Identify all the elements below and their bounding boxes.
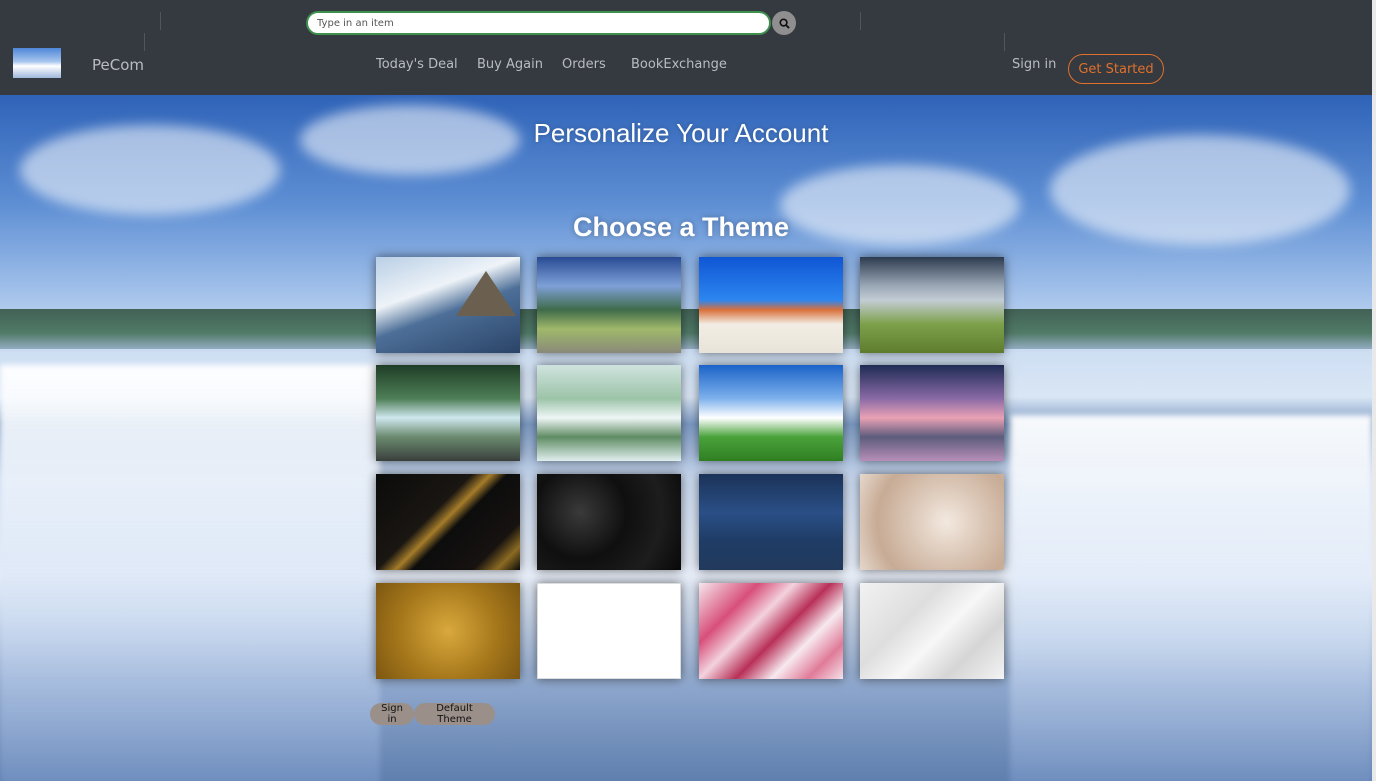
theme-tile-white[interactable] xyxy=(537,583,681,679)
waterfall-left xyxy=(0,365,380,781)
theme-tile-mountain-lake[interactable] xyxy=(537,257,681,353)
theme-tile-waterfall-mountain[interactable] xyxy=(376,257,520,353)
theme-tile-desert-tree[interactable] xyxy=(699,257,843,353)
page-title: Personalize Your Account xyxy=(533,118,829,148)
sign-in-button[interactable]: Sign in xyxy=(370,703,414,725)
theme-tile-volcano-dusk[interactable] xyxy=(860,365,1004,461)
theme-tile-green-meadow-sky[interactable] xyxy=(699,365,843,461)
default-theme-button[interactable]: Default Theme xyxy=(414,703,495,725)
theme-tile-forest-waterfall[interactable] xyxy=(376,365,520,461)
divider xyxy=(144,33,145,51)
logo-image[interactable] xyxy=(13,48,61,78)
nav-orders[interactable]: Orders xyxy=(562,57,606,72)
waterfall-right xyxy=(1010,415,1372,781)
nav-buy-again[interactable]: Buy Again xyxy=(477,57,543,72)
divider xyxy=(860,12,861,30)
search-input[interactable] xyxy=(306,11,771,35)
search-button[interactable] xyxy=(772,11,796,35)
nav-bookexchange[interactable]: BookExchange xyxy=(631,57,727,72)
theme-tile-black-gold-marble[interactable] xyxy=(376,474,520,570)
divider xyxy=(160,12,161,30)
theme-tile-gold-floral[interactable] xyxy=(376,583,520,679)
sign-in-link[interactable]: Sign in xyxy=(1012,57,1056,72)
get-started-button[interactable]: Get Started xyxy=(1068,54,1164,84)
scrollbar[interactable] xyxy=(1372,0,1376,781)
divider xyxy=(1004,33,1005,51)
treeline xyxy=(0,309,1372,349)
theme-tile-white-marble[interactable] xyxy=(860,583,1004,679)
theme-tile-pink-marble[interactable] xyxy=(699,583,843,679)
search-icon xyxy=(778,17,790,29)
theme-tile-beige-onyx[interactable] xyxy=(860,474,1004,570)
theme-tile-tiered-waterfalls[interactable] xyxy=(537,365,681,461)
section-title: Choose a Theme xyxy=(572,212,790,242)
theme-tile-cloudy-field[interactable] xyxy=(860,257,1004,353)
theme-tile-blue-satellite[interactable] xyxy=(699,474,843,570)
top-navbar: PeCom Today's Deal Buy Again Orders Book… xyxy=(0,0,1372,95)
background-image xyxy=(0,95,1372,781)
theme-tile-black-marble[interactable] xyxy=(537,474,681,570)
nav-todays-deal[interactable]: Today's Deal xyxy=(376,57,458,72)
brand-name[interactable]: PeCom xyxy=(92,56,144,74)
